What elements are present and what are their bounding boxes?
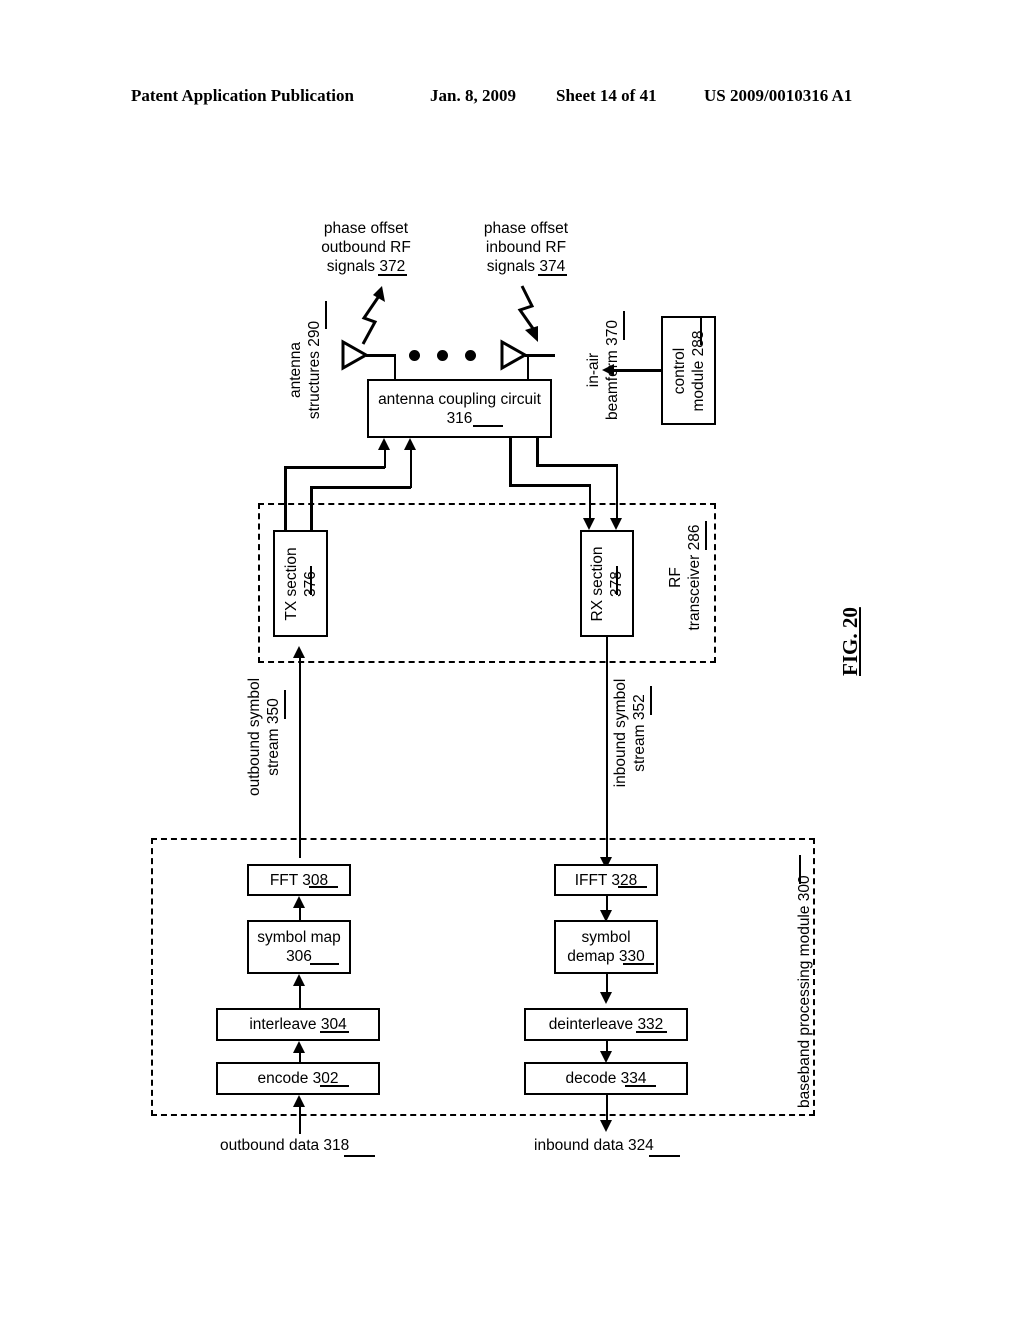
ref-underline-288: [700, 316, 702, 345]
antenna-right-feed-h: [525, 354, 555, 357]
ifft-block[interactable]: IFFT 328: [554, 864, 658, 896]
antenna-left-feed-h: [366, 354, 396, 357]
outbound-data-arrowhead: [293, 1095, 305, 1107]
rx-feed-c-v2: [588, 484, 591, 518]
phase-offset-outbound-label: phase offset outbound RF signals 372: [321, 220, 411, 275]
ref-underline-372: [378, 274, 407, 276]
tx-feed-a-v2: [383, 450, 386, 468]
antenna-coupling-circuit-block[interactable]: antenna coupling circuit 316: [367, 379, 552, 438]
ref-underline-324: [649, 1155, 680, 1157]
antenna-right-feed-v: [526, 354, 529, 381]
outbound-data-label: outbound data 318: [220, 1137, 350, 1154]
header-sheet: Sheet 14 of 41: [556, 86, 657, 105]
phase-offset-inbound-label: phase offset inbound RF signals 374: [483, 220, 569, 275]
rx-section-block[interactable]: RX section 378: [580, 530, 634, 637]
rx-feed-c-h: [509, 484, 590, 487]
symbol-demap-label: symbol demap 330: [567, 929, 645, 965]
tx-section-block[interactable]: TX section 376: [273, 530, 328, 637]
outbound-symbol-stream-arrowhead: [293, 646, 305, 658]
ref-underline-308: [309, 886, 338, 888]
ref-underline-376: [310, 566, 312, 595]
ref-underline-316: [473, 425, 503, 427]
ref-underline-290: [325, 301, 327, 329]
ref-underline-352: [650, 686, 652, 715]
inbound-data-arrowhead: [600, 1120, 612, 1132]
ref-underline-302: [320, 1085, 349, 1087]
inbound-symbol-stream-label: inbound symbol stream 352: [612, 678, 648, 788]
rx-feed-c-v1: [509, 438, 512, 486]
inbound-data-line: [605, 1095, 608, 1122]
ref-underline-334: [625, 1085, 656, 1087]
interleave-block[interactable]: interleave 304: [216, 1008, 380, 1041]
tx-feed-b-arrowhead: [404, 438, 416, 450]
ref-underline-304: [320, 1031, 349, 1033]
rx-feed-d-h: [536, 464, 617, 467]
ref-underline-318: [344, 1155, 375, 1157]
tx-feed-a-arrowhead: [378, 438, 390, 450]
inbound-rf-lightning-icon: [508, 284, 548, 346]
ref-underline-332: [636, 1031, 667, 1033]
ref-underline-378: [616, 566, 618, 595]
outbound-rf-lightning-icon: [355, 284, 395, 346]
tx-feed-b-h: [310, 486, 411, 489]
tx-section-label: TX section 376: [282, 546, 319, 621]
ellipsis-dot: [465, 350, 476, 361]
outbound-symbol-stream-line: [298, 658, 301, 858]
ellipsis-dot: [409, 350, 420, 361]
rx-feed-d-arrowhead: [610, 518, 622, 530]
symboldemap-to-deinterleave-arrowhead: [600, 992, 612, 1004]
inbound-data-label: inbound data 324: [534, 1137, 654, 1154]
symbol-map-label: symbol map 306: [257, 929, 341, 965]
header-patent-number: US 2009/0010316 A1: [704, 86, 853, 105]
antenna-coupling-circuit-label: antenna coupling circuit 316: [378, 390, 541, 427]
ref-underline-328: [618, 886, 647, 888]
baseband-processing-module-label: baseband processing module 300: [796, 875, 813, 1108]
figure-label: FIG. 20: [838, 607, 862, 676]
interleave-to-symbolmap-line: [298, 986, 301, 1008]
symbolmap-to-fft-arrowhead: [293, 896, 305, 908]
tx-feed-b-v2: [409, 450, 412, 488]
encode-block[interactable]: encode 302: [216, 1062, 380, 1095]
fft-block[interactable]: FFT 308: [247, 864, 351, 896]
header-date: Jan. 8, 2009: [430, 86, 516, 105]
rx-feed-c-arrowhead: [583, 518, 595, 530]
symbol-demap-block[interactable]: symbol demap 330: [554, 920, 658, 974]
deinterleave-block[interactable]: deinterleave 332: [524, 1008, 688, 1041]
outbound-symbol-stream-label: outbound symbol stream 350: [246, 677, 282, 797]
antenna-structures-label: antenna structures 290: [287, 320, 323, 420]
control-module-arrow-line: [614, 369, 662, 372]
rx-feed-d-v2: [615, 464, 618, 518]
ref-underline-306: [310, 963, 339, 965]
ref-underline-286: [705, 521, 707, 550]
ref-underline-370: [623, 311, 625, 340]
inbound-symbol-stream-line: [605, 637, 608, 859]
symbol-map-block[interactable]: symbol map 306: [247, 920, 351, 974]
tx-feed-a-v1: [284, 466, 287, 531]
antenna-left-feed-v: [393, 354, 396, 381]
encode-to-interleave-arrowhead: [293, 1041, 305, 1053]
rx-feed-d-v1: [536, 438, 539, 466]
interleave-to-symbolmap-arrowhead: [293, 974, 305, 986]
ref-underline-300: [799, 855, 801, 884]
header-publication: Patent Application Publication: [131, 86, 354, 105]
decode-block[interactable]: decode 334: [524, 1062, 688, 1095]
tx-feed-b-v1: [310, 486, 313, 531]
control-module-label: control module 288: [670, 329, 707, 412]
rx-section-label: RX section 378: [589, 546, 625, 621]
ellipsis-dot: [437, 350, 448, 361]
outbound-data-line: [298, 1107, 301, 1134]
ref-underline-350: [284, 690, 286, 719]
rf-transceiver-label: RF transceiver 286: [667, 524, 703, 631]
control-module-arrow-head: [602, 363, 614, 376]
ref-underline-330: [623, 963, 654, 965]
tx-feed-a-h: [284, 466, 385, 469]
control-module-block[interactable]: control module 288: [661, 316, 716, 425]
patent-figure-page: Patent Application Publication Jan. 8, 2…: [0, 0, 1024, 1320]
ref-underline-374: [538, 274, 567, 276]
